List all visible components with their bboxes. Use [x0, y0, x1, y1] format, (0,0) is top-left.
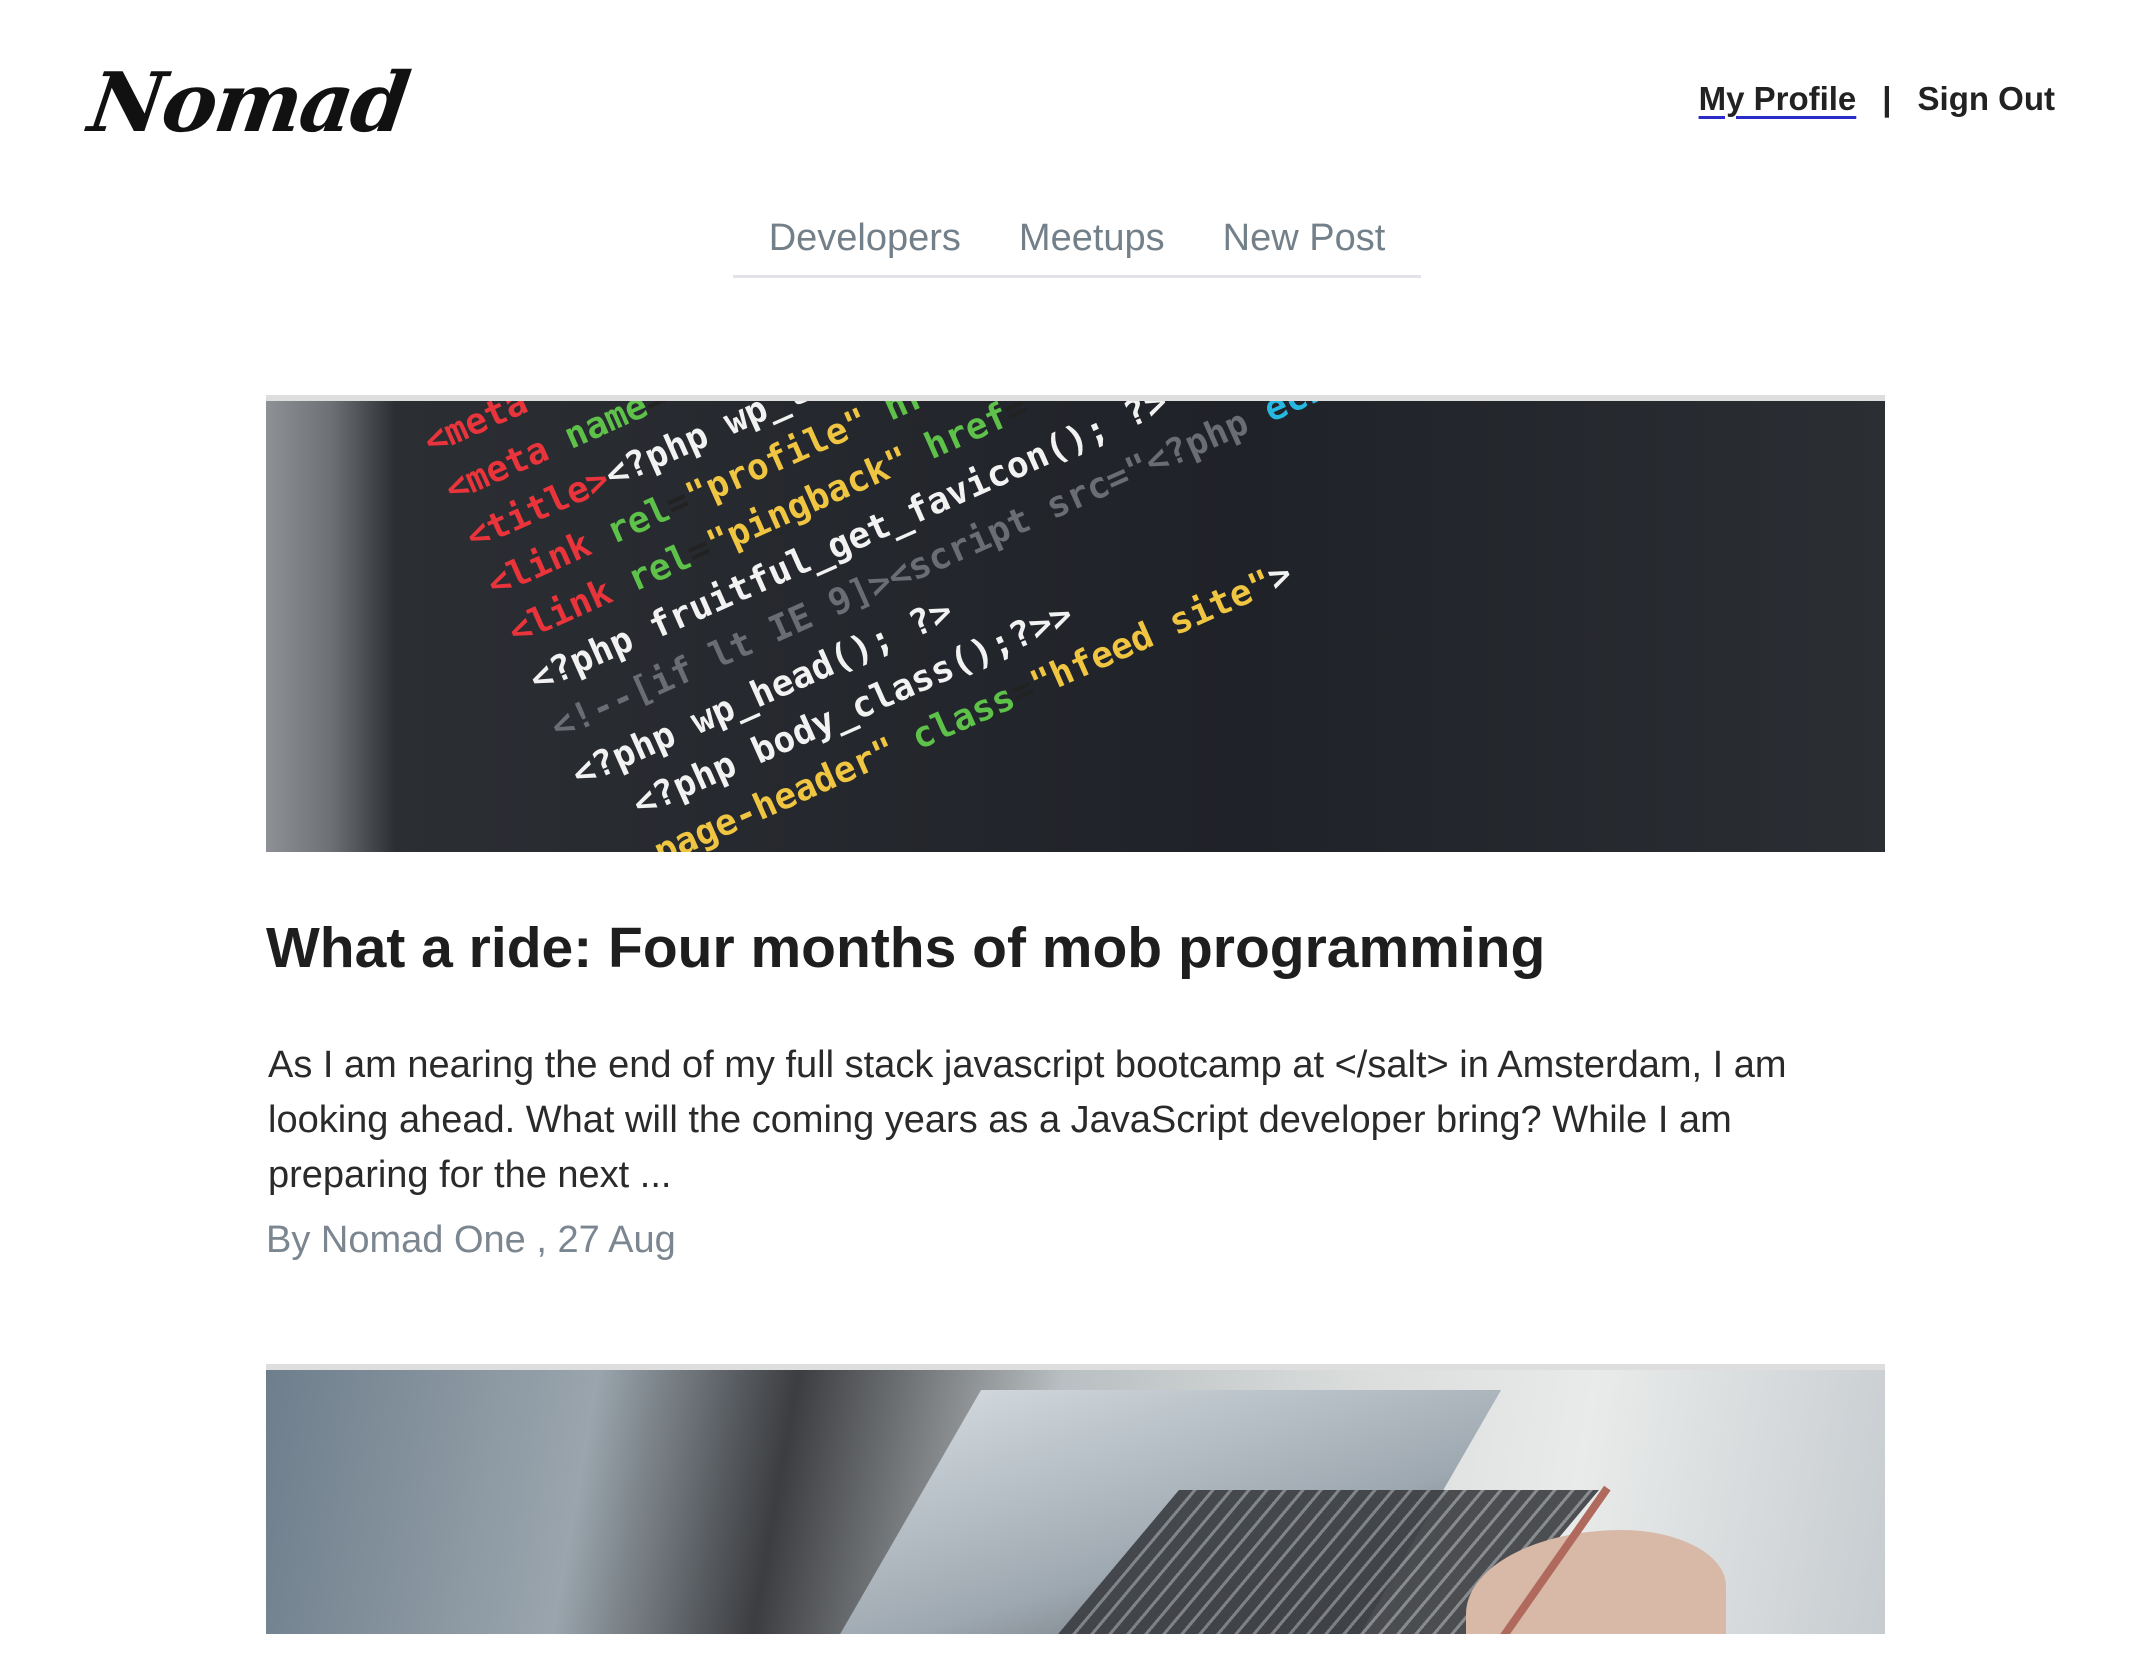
link-separator: |	[1882, 80, 1892, 117]
post-excerpt: As I am nearing the end of my full stack…	[268, 1044, 1787, 1197]
nav-item-new-post[interactable]: New Post	[1223, 210, 1386, 275]
post-image-code[interactable]: <meta charset="<?php bloginfo <meta name…	[266, 395, 1885, 852]
site-logo[interactable]: Nomad	[83, 55, 413, 151]
post-card[interactable]: <meta charset="<?php bloginfo <meta name…	[266, 395, 1885, 1262]
sign-out-link[interactable]: Sign Out	[1918, 80, 2055, 118]
post-title[interactable]: What a ride: Four months of mob programm…	[266, 914, 1885, 982]
post-image-laptop[interactable]	[266, 1364, 1885, 1634]
post-card[interactable]	[266, 1364, 1885, 1634]
main-nav: Developers Meetups New Post	[733, 210, 1421, 278]
nav-item-developers[interactable]: Developers	[769, 210, 961, 275]
user-links: My Profile | Sign Out	[1699, 80, 2055, 118]
nav-item-meetups[interactable]: Meetups	[1019, 210, 1165, 275]
code-text-picture: <meta charset="<?php bloginfo <meta name…	[418, 395, 1354, 852]
code-screen-picture: <meta charset="<?php bloginfo <meta name…	[266, 401, 1885, 852]
post-meta: By Nomad One , 27 Aug	[266, 1219, 676, 1262]
my-profile-link[interactable]: My Profile	[1699, 80, 1857, 118]
